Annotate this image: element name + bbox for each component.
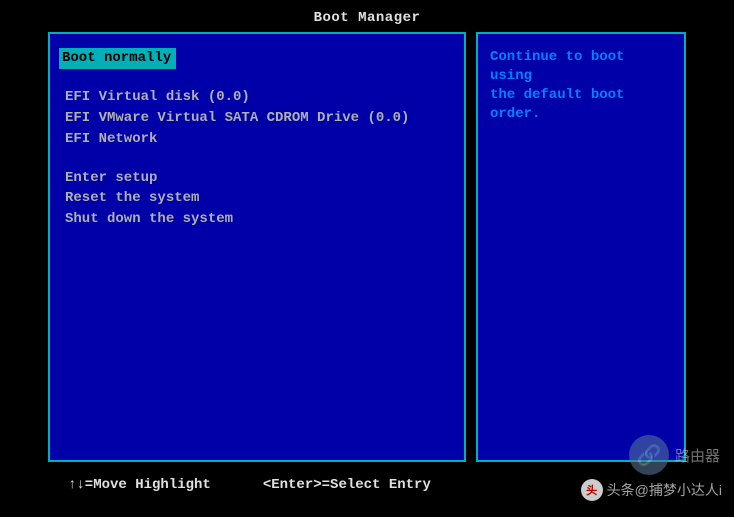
watermark-label: 头条	[607, 480, 635, 500]
help-text-line: Continue to boot using	[490, 48, 672, 86]
watermark-user: @捕梦小达人i	[635, 480, 722, 500]
menu-item-reset[interactable]: Reset the system	[62, 188, 452, 209]
page-title: Boot Manager	[0, 0, 734, 32]
watermark-toutiao: 头 头条 @捕梦小达人i	[581, 479, 722, 501]
help-text-line: the default boot order.	[490, 86, 672, 124]
help-panel: Continue to boot using the default boot …	[476, 32, 686, 462]
hint-move: ↑↓=Move Highlight	[68, 477, 211, 493]
menu-panel: Boot normally EFI Virtual disk (0.0) EFI…	[48, 32, 466, 462]
menu-item-shutdown[interactable]: Shut down the system	[62, 209, 452, 230]
watermark-text: 路由器	[675, 445, 720, 466]
link-icon: 🔗	[629, 435, 669, 475]
menu-item-efi-network[interactable]: EFI Network	[62, 129, 452, 150]
main-area: Boot normally EFI Virtual disk (0.0) EFI…	[0, 32, 734, 462]
watermark-router: 🔗 路由器	[629, 435, 720, 475]
menu-item-efi-disk[interactable]: EFI Virtual disk (0.0)	[62, 87, 452, 108]
menu-item-efi-cdrom[interactable]: EFI VMware Virtual SATA CDROM Drive (0.0…	[62, 108, 452, 129]
menu-item-boot-normally[interactable]: Boot normally	[59, 48, 176, 69]
menu-item-enter-setup[interactable]: Enter setup	[62, 168, 452, 189]
toutiao-icon: 头	[581, 479, 603, 501]
hint-select: <Enter>=Select Entry	[263, 477, 431, 493]
